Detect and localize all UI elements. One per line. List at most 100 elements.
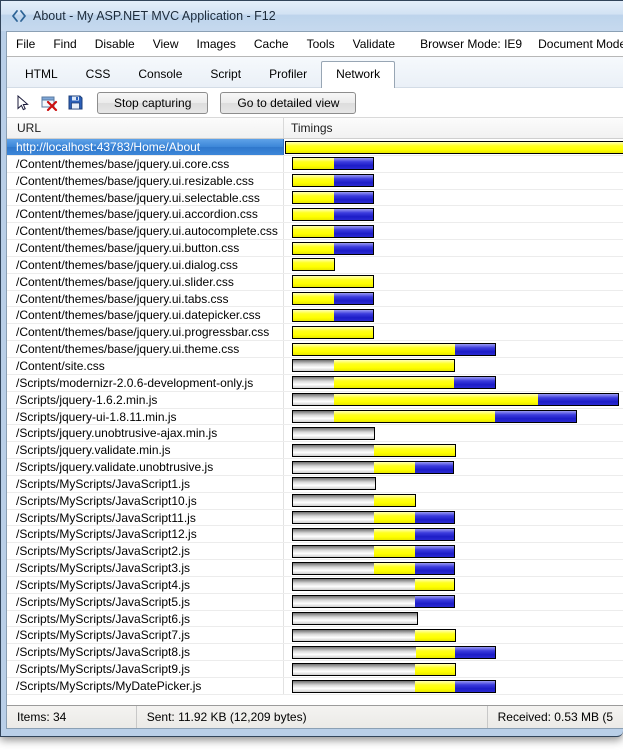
- menu-item-images[interactable]: Images: [188, 37, 245, 51]
- menu-item-file[interactable]: File: [7, 37, 44, 51]
- clear-entries-icon[interactable]: [39, 93, 59, 113]
- timing-segment-gray: [293, 411, 334, 422]
- table-row[interactable]: /Scripts/MyScripts/JavaScript2.js: [7, 543, 623, 561]
- table-row[interactable]: /Scripts/jquery.validate.unobtrusive.js: [7, 459, 623, 476]
- table-row[interactable]: /Scripts/MyScripts/MyDatePicker.js: [7, 678, 623, 695]
- save-icon[interactable]: [65, 93, 85, 113]
- timing-cell: [284, 324, 623, 340]
- table-row[interactable]: /Content/themes/base/jquery.ui.selectabl…: [7, 189, 623, 207]
- titlebar[interactable]: About - My ASP.NET MVC Application - F12: [1, 1, 623, 31]
- tab-html[interactable]: HTML: [11, 62, 72, 87]
- pointer-icon[interactable]: [13, 93, 33, 113]
- table-row[interactable]: /Scripts/MyScripts/JavaScript1.js: [7, 475, 623, 493]
- timing-cell: [284, 206, 623, 222]
- tab-script[interactable]: Script: [196, 62, 255, 87]
- table-row[interactable]: /Content/themes/base/jquery.ui.accordion…: [7, 206, 623, 224]
- timing-cell: [284, 291, 623, 307]
- table-row[interactable]: /Content/themes/base/jquery.ui.tabs.css: [7, 290, 623, 308]
- timing-cell: [284, 493, 623, 509]
- request-url: /Content/themes/base/jquery.ui.slider.cs…: [7, 273, 284, 290]
- table-row[interactable]: /Content/themes/base/jquery.ui.core.css: [7, 155, 623, 173]
- timing-bar: [292, 308, 374, 322]
- request-url: /Content/site.css: [7, 357, 284, 374]
- menu-item-view[interactable]: View: [144, 37, 188, 51]
- timing-cell: [284, 543, 623, 559]
- timing-segment-blue: [495, 411, 576, 422]
- menu-item-validate[interactable]: Validate: [344, 37, 404, 51]
- menu-item-cache[interactable]: Cache: [245, 37, 298, 51]
- table-row[interactable]: /Scripts/MyScripts/JavaScript7.js: [7, 627, 623, 645]
- request-url: /Scripts/jquery.validate.unobtrusive.js: [7, 459, 284, 475]
- request-url: /Scripts/MyScripts/JavaScript1.js: [7, 475, 284, 492]
- table-row[interactable]: /Scripts/MyScripts/JavaScript12.js: [7, 526, 623, 544]
- table-row[interactable]: /Scripts/MyScripts/JavaScript3.js: [7, 560, 623, 577]
- document-mode-label: Document Mode: IE9 standards: [538, 37, 623, 51]
- request-url: http://localhost:43783/Home/About: [7, 139, 284, 155]
- timing-bar: [292, 511, 455, 525]
- timing-cell: [284, 257, 623, 273]
- table-row[interactable]: /Scripts/MyScripts/JavaScript11.js: [7, 509, 623, 527]
- timing-segment-yellow: [293, 259, 334, 271]
- go-to-detailed-view-button[interactable]: Go to detailed view: [220, 91, 357, 114]
- table-row[interactable]: /Scripts/jquery.validate.min.js: [7, 442, 623, 460]
- table-row[interactable]: /Scripts/MyScripts/JavaScript6.js: [7, 610, 623, 628]
- timing-cell: [284, 392, 623, 408]
- request-url: /Scripts/jquery.unobtrusive-ajax.min.js: [7, 425, 284, 442]
- timing-bar: [292, 224, 374, 238]
- menu-bar: File Find Disable View Images Cache Tools Valid…: [7, 32, 623, 57]
- timing-bar: [292, 527, 455, 541]
- table-row[interactable]: /Content/themes/base/jquery.ui.autocompl…: [7, 223, 623, 241]
- timing-segment-blue: [415, 596, 454, 608]
- timing-segment-yellow: [334, 377, 454, 389]
- timing-segment-yellow: [374, 512, 415, 524]
- timing-cell: [284, 358, 623, 374]
- table-row[interactable]: /Scripts/MyScripts/JavaScript9.js: [7, 661, 623, 678]
- timing-bar: [292, 342, 496, 356]
- table-row[interactable]: /Content/themes/base/jquery.ui.dialog.cs…: [7, 256, 623, 274]
- table-row[interactable]: /Scripts/MyScripts/JavaScript4.js: [7, 576, 623, 594]
- timing-segment-blue: [415, 545, 454, 557]
- menu-item-disable[interactable]: Disable: [86, 37, 144, 51]
- column-header-timings[interactable]: Timings: [284, 118, 623, 138]
- table-row[interactable]: /Content/themes/base/jquery.ui.datepicke…: [7, 307, 623, 325]
- table-row[interactable]: /Scripts/jquery-1.6.2.min.js: [7, 391, 623, 409]
- table-row[interactable]: /Scripts/jquery.unobtrusive-ajax.min.js: [7, 425, 623, 443]
- table-row[interactable]: /Content/themes/base/jquery.ui.theme.css: [7, 341, 623, 358]
- timing-bar: [292, 426, 375, 440]
- timing-cell: [284, 644, 623, 660]
- table-row[interactable]: http://localhost:43783/Home/About: [7, 139, 623, 156]
- table-row[interactable]: /Scripts/MyScripts/JavaScript8.js: [7, 644, 623, 662]
- menu-item-tools[interactable]: Tools: [298, 37, 344, 51]
- timing-segment-gray: [293, 512, 374, 524]
- timing-segment-yellow: [293, 276, 373, 288]
- timing-segment-blue: [415, 528, 454, 540]
- request-url: /Content/themes/base/jquery.ui.theme.css: [7, 341, 284, 357]
- table-row[interactable]: /Content/themes/base/jquery.ui.slider.cs…: [7, 273, 623, 291]
- tab-network[interactable]: Network: [321, 61, 396, 88]
- timing-cell: [284, 156, 623, 172]
- timing-bar: [292, 679, 496, 693]
- table-row[interactable]: /Content/themes/base/jquery.ui.button.cs…: [7, 240, 623, 257]
- stop-capturing-button[interactable]: Stop capturing: [97, 91, 209, 114]
- timing-segment-yellow: [293, 309, 334, 321]
- timing-segment-yellow: [374, 495, 415, 507]
- column-header-url[interactable]: URL: [7, 118, 284, 138]
- toolbar: Stop capturing Go to detailed view: [7, 88, 623, 117]
- table-row[interactable]: /Content/themes/base/jquery.ui.progressb…: [7, 324, 623, 342]
- table-row[interactable]: /Scripts/MyScripts/JavaScript5.js: [7, 593, 623, 611]
- timing-bar: [292, 645, 496, 659]
- tab-css[interactable]: CSS: [72, 62, 125, 87]
- timing-segment-gray: [293, 646, 416, 658]
- table-row[interactable]: /Scripts/MyScripts/JavaScript10.js: [7, 492, 623, 510]
- timing-segment-gray: [293, 478, 375, 490]
- menu-item-find[interactable]: Find: [44, 37, 85, 51]
- table-row[interactable]: /Scripts/jquery-ui-1.8.11.min.js: [7, 408, 623, 426]
- timing-cell: [284, 274, 623, 290]
- table-row[interactable]: /Content/themes/base/jquery.ui.resizable…: [7, 172, 623, 190]
- table-row[interactable]: /Content/site.css: [7, 357, 623, 375]
- tab-profiler[interactable]: Profiler: [255, 62, 321, 87]
- timing-segment-blue: [415, 461, 453, 473]
- timing-segment-blue: [334, 175, 373, 187]
- tab-console[interactable]: Console: [124, 62, 196, 87]
- table-row[interactable]: /Scripts/modernizr-2.0.6-development-onl…: [7, 374, 623, 392]
